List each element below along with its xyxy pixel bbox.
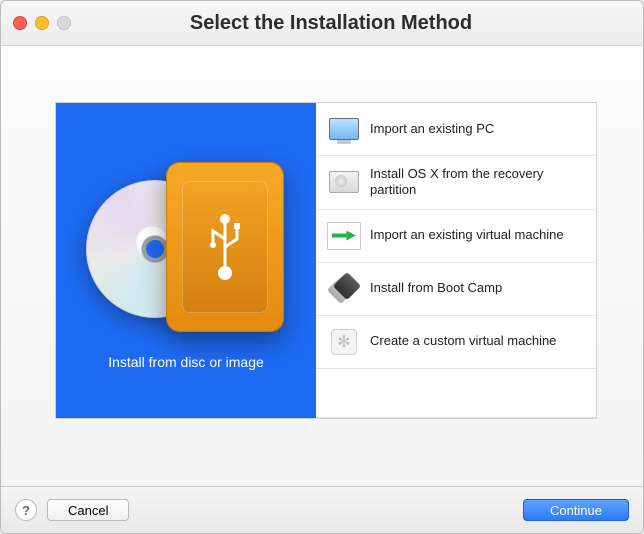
bootcamp-icon: [328, 273, 360, 305]
continue-button[interactable]: Continue: [523, 499, 629, 521]
option-label: Import an existing virtual machine: [370, 227, 564, 243]
help-button[interactable]: ?: [15, 499, 37, 521]
installer-window: Select the Installation Method: [0, 0, 644, 534]
gear-icon: ✻: [328, 326, 360, 358]
option-import-vm[interactable]: Import an existing virtual machine: [316, 210, 596, 263]
method-panel: Install from disc or image Import an exi…: [55, 102, 597, 419]
content-area: Install from disc or image Import an exi…: [1, 46, 643, 443]
option-import-pc[interactable]: Import an existing PC: [316, 103, 596, 156]
footer-bar: ? Cancel Continue: [1, 486, 643, 533]
titlebar: Select the Installation Method: [1, 1, 643, 46]
usb-card-icon: [166, 162, 284, 332]
close-window-icon[interactable]: [13, 16, 27, 30]
options-spacer: [316, 369, 596, 419]
option-label: Install from Boot Camp: [370, 280, 502, 296]
usb-icon: [205, 211, 245, 283]
option-install-bootcamp[interactable]: Install from Boot Camp: [316, 263, 596, 316]
page-title: Select the Installation Method: [31, 12, 631, 35]
option-create-custom-vm[interactable]: ✻ Create a custom virtual machine: [316, 316, 596, 369]
option-install-osx-recovery[interactable]: Install OS X from the recovery partition: [316, 156, 596, 210]
import-arrow-icon: [328, 220, 360, 252]
option-label: Import an existing PC: [370, 121, 494, 137]
option-label: Install OS X from the recovery partition: [370, 166, 584, 199]
cancel-button[interactable]: Cancel: [47, 499, 129, 521]
hard-drive-icon: [328, 166, 360, 198]
monitor-icon: [328, 113, 360, 145]
selected-method-label: Install from disc or image: [108, 354, 264, 370]
method-options-list: Import an existing PC Install OS X from …: [316, 103, 596, 418]
option-label: Create a custom virtual machine: [370, 333, 556, 349]
disc-usb-illustration: [86, 152, 286, 342]
selected-method-hero[interactable]: Install from disc or image: [56, 103, 316, 418]
